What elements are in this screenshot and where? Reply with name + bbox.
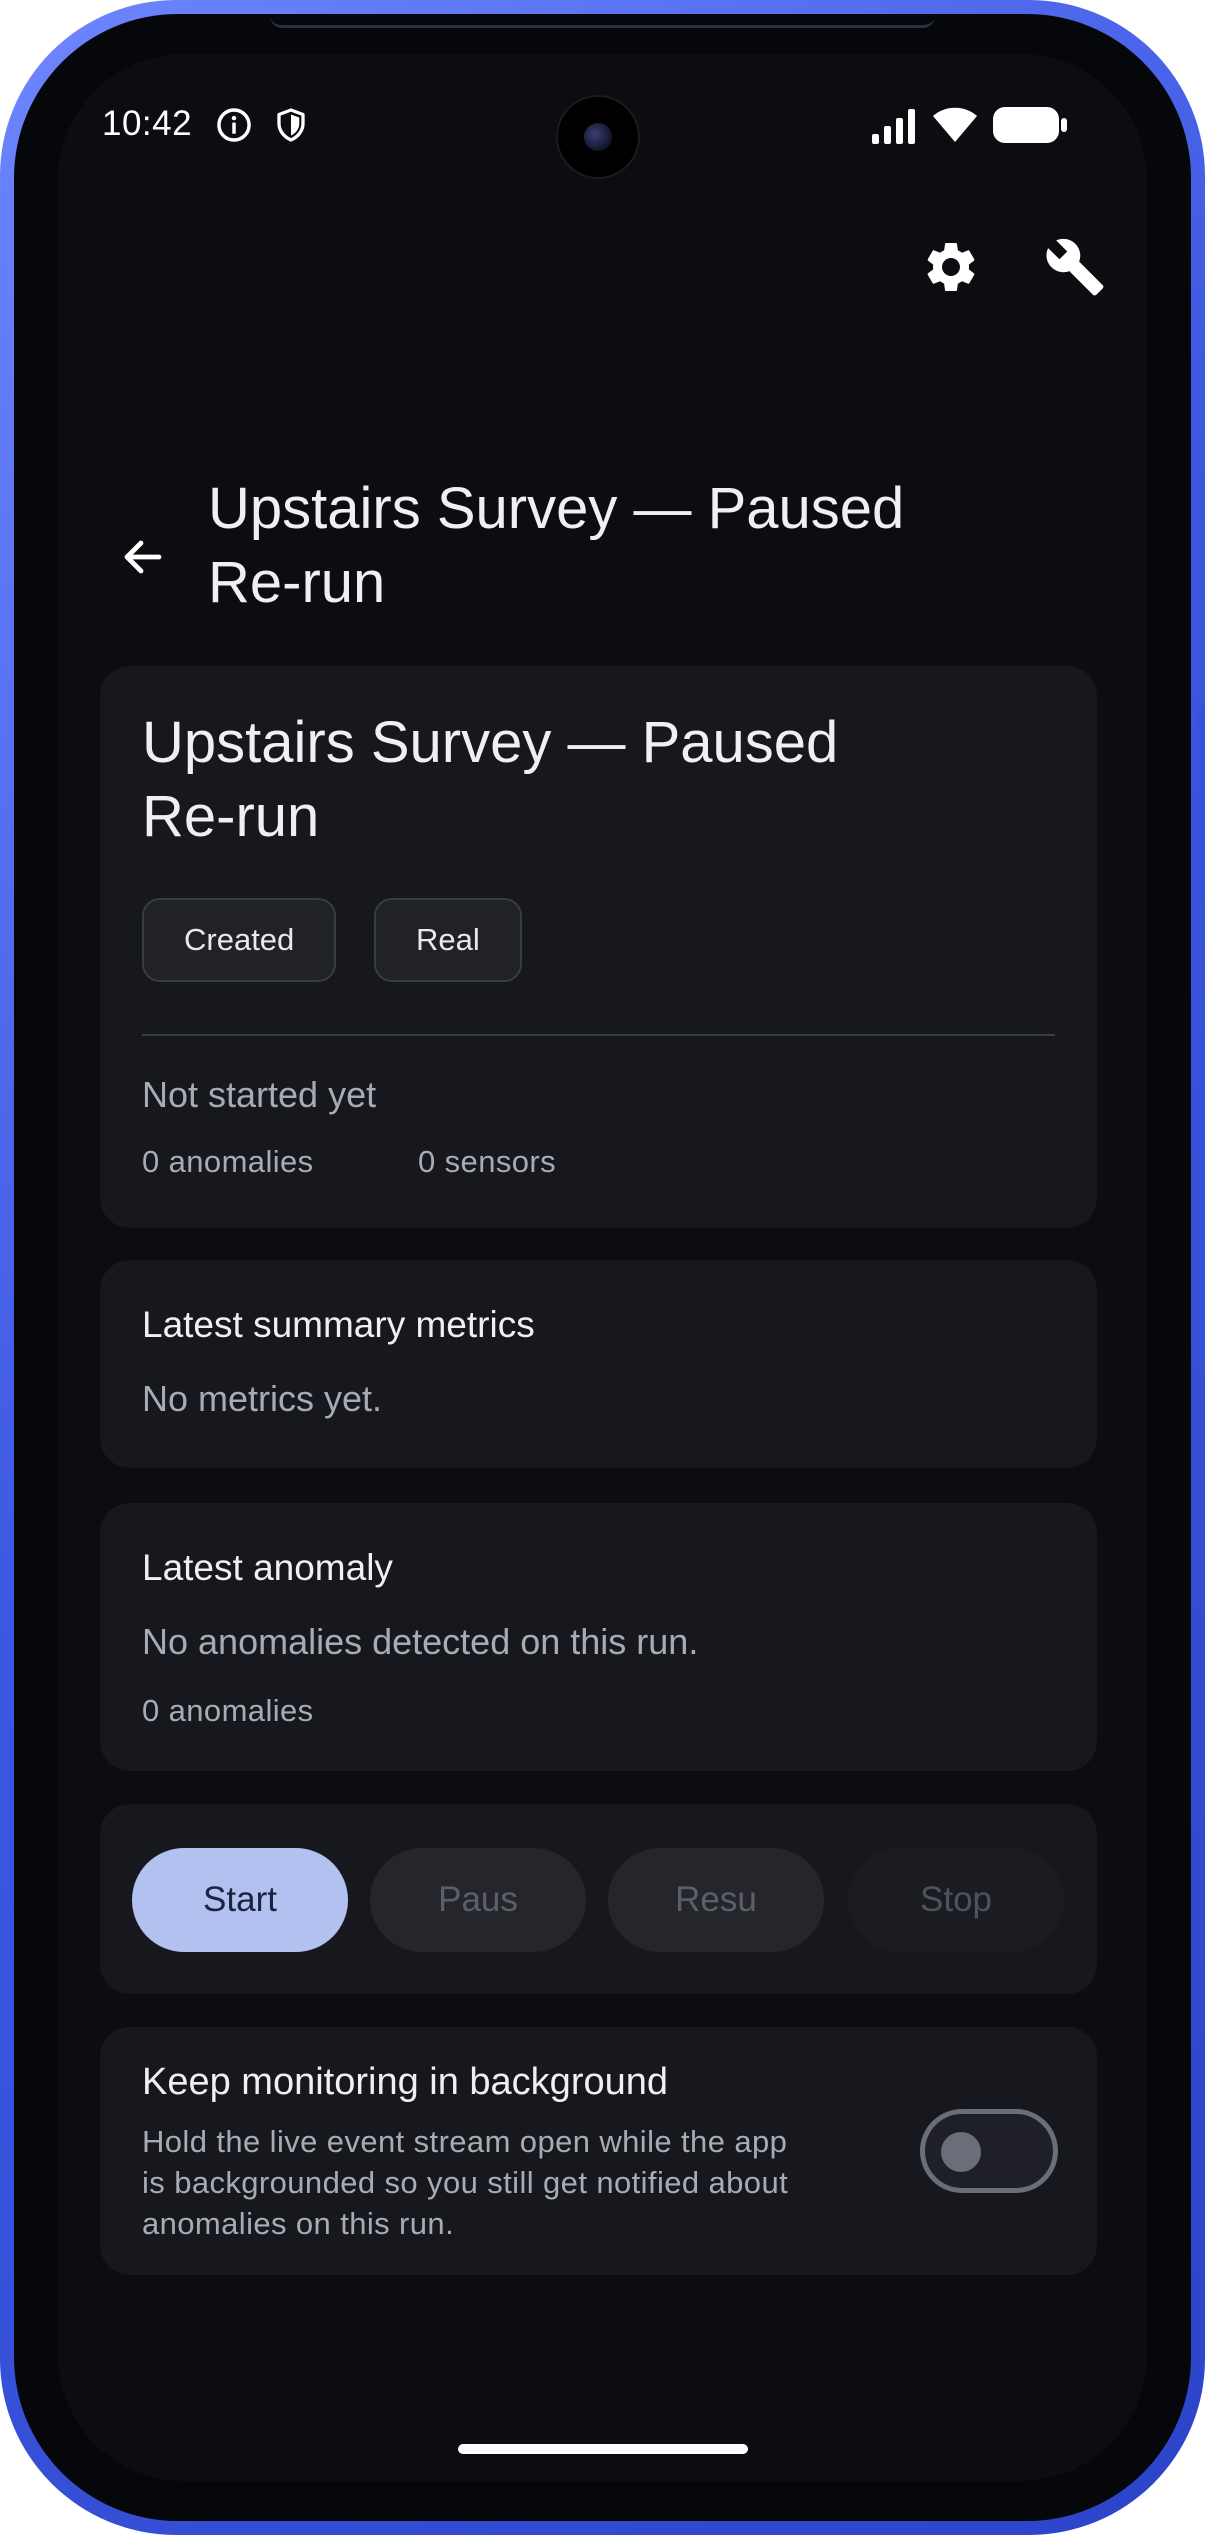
- page-title-line1: Upstairs Survey — Paused: [208, 476, 905, 541]
- run-summary-card: Upstairs Survey — Paused Re-run Created …: [100, 666, 1097, 1228]
- metrics-empty-text: No metrics yet.: [142, 1378, 383, 1419]
- volume-button: [1199, 705, 1205, 905]
- anomaly-card: Latest anomaly No anomalies detected on …: [100, 1503, 1097, 1771]
- resume-button[interactable]: Resu: [608, 1848, 824, 1952]
- info-icon: [215, 106, 253, 149]
- battery-icon: [992, 106, 1068, 149]
- anomaly-empty-text: No anomalies detected on this run.: [142, 1621, 699, 1662]
- divider: [142, 1034, 1055, 1036]
- run-status-text: Not started yet: [142, 1074, 377, 1115]
- wifi-icon: [932, 104, 978, 149]
- shield-icon: [273, 106, 309, 149]
- pause-button[interactable]: Paus: [370, 1848, 586, 1952]
- signal-icon: [870, 108, 920, 149]
- back-button[interactable]: [98, 514, 188, 604]
- arrow-left-icon: [119, 533, 167, 586]
- anomaly-title: Latest anomaly: [142, 1547, 393, 1588]
- status-chip-created[interactable]: Created: [142, 898, 337, 982]
- background-description-line3: anomalies on this run.: [142, 2206, 455, 2241]
- background-monitoring-card: Keep monitoring in background Hold the l…: [100, 2027, 1097, 2275]
- metrics-title: Latest summary metrics: [142, 1304, 535, 1345]
- stop-button[interactable]: Stop: [848, 1848, 1064, 1952]
- background-description: Hold the live event stream open while th…: [142, 2121, 902, 2244]
- run-title-line1: Upstairs Survey — Paused: [142, 710, 839, 775]
- start-button[interactable]: Start: [132, 1848, 348, 1952]
- status-time: 10:42: [102, 104, 193, 143]
- background-description-line2: is backgrounded so you still get notifie…: [142, 2165, 789, 2200]
- run-title: Upstairs Survey — Paused Re-run: [142, 706, 1022, 854]
- settings-button[interactable]: [906, 224, 996, 314]
- metrics-card: Latest summary metrics No metrics yet.: [100, 1260, 1097, 1468]
- anomaly-count: 0 anomalies: [142, 1693, 314, 1728]
- page-title: Upstairs Survey — Paused Re-run: [208, 472, 1058, 620]
- background-title: Keep monitoring in background: [142, 2061, 669, 2103]
- tools-button[interactable]: [1030, 224, 1120, 314]
- sensors-count: 0 sensors: [418, 1144, 556, 1179]
- phone-frame: 10:42 Upstairs Survey — Paused Re-run Up…: [0, 0, 1205, 2535]
- screen: 10:42 Upstairs Survey — Paused Re-run Up…: [58, 54, 1147, 2481]
- toggle-knob: [941, 2132, 981, 2172]
- power-button: [1199, 1025, 1205, 1375]
- background-description-line1: Hold the live event stream open while th…: [142, 2124, 788, 2159]
- speaker-grille: [270, 6, 935, 28]
- status-bar: 10:42: [58, 54, 1147, 204]
- run-controls-card: Start Paus Resu Stop: [100, 1804, 1097, 1994]
- wrench-icon: [1044, 236, 1106, 303]
- home-indicator[interactable]: [458, 2444, 748, 2454]
- anomalies-count: 0 anomalies: [142, 1144, 314, 1179]
- mode-chip-real[interactable]: Real: [374, 898, 522, 982]
- front-camera: [556, 95, 640, 179]
- run-title-line2: Re-run: [142, 784, 320, 849]
- gear-icon: [921, 237, 981, 302]
- page-title-line2: Re-run: [208, 550, 386, 615]
- background-monitoring-toggle[interactable]: [920, 2109, 1058, 2193]
